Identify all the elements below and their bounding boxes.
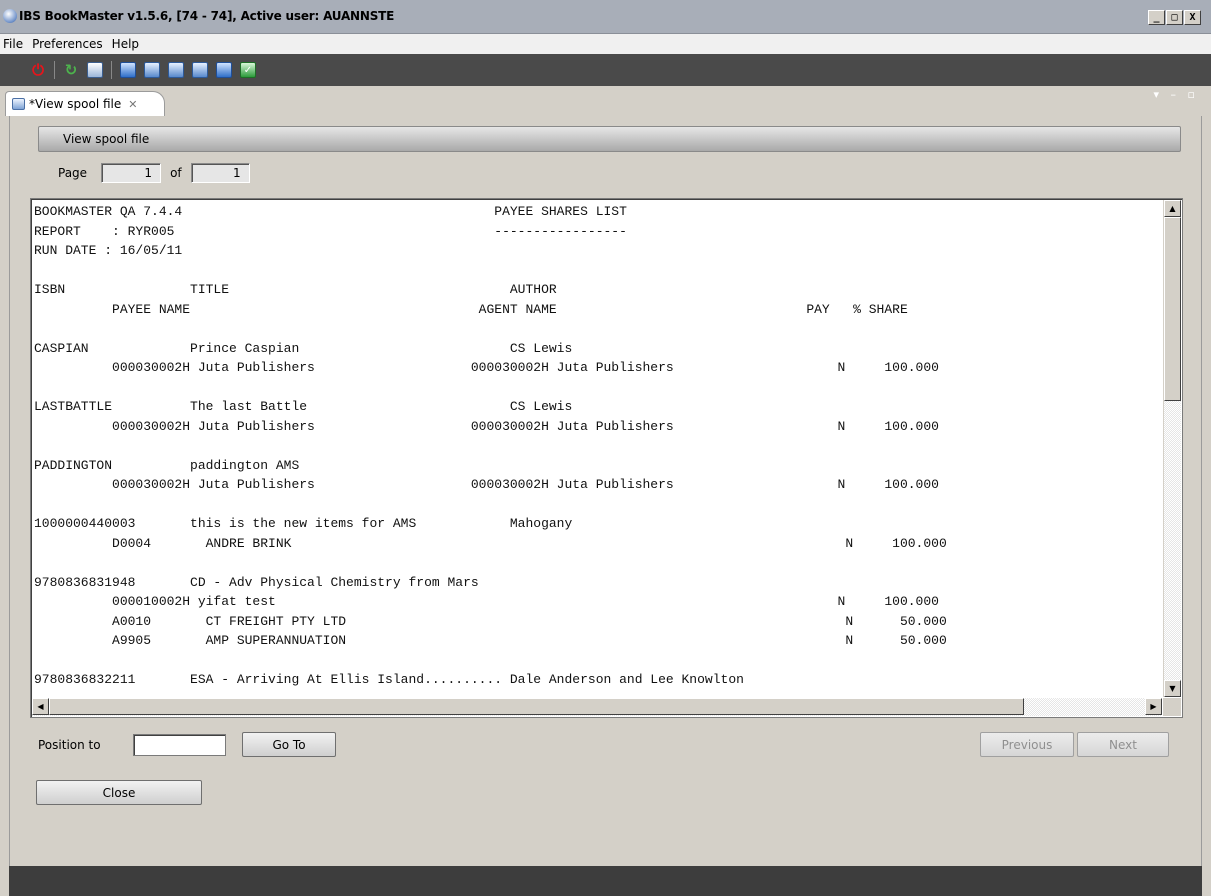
total-pages-field: 1 <box>190 163 250 183</box>
page-field: 1 <box>101 163 162 183</box>
view-list-icon[interactable] <box>120 62 136 78</box>
toolbar-separator <box>54 61 55 79</box>
close-button[interactable]: Close <box>36 780 202 805</box>
view-menu-controls[interactable]: ▾ – ▫ <box>1154 88 1199 101</box>
spool-file-icon <box>12 98 25 110</box>
report-line: D0004 ANDRE BRINK N 100.000 <box>112 535 947 551</box>
editor-tab-strip: *View spool file ✕ ▾ – ▫ <box>0 86 1211 116</box>
scroll-up-icon[interactable]: ▲ <box>1164 200 1181 217</box>
spool-report-viewer[interactable]: BOOKMASTER QA 7.4.4 PAYEE SHARES LIST RE… <box>30 198 1183 718</box>
status-area <box>9 866 1202 896</box>
title-bar[interactable]: IBS BookMaster v1.5.6, [74 - 74], Active… <box>0 0 1211 34</box>
application-window: IBS BookMaster v1.5.6, [74 - 74], Active… <box>0 0 1211 896</box>
report-line: CASPIAN Prince Caspian CS Lewis <box>34 340 573 356</box>
report-line: 1000000440003 this is the new items for … <box>34 516 573 531</box>
window-title: IBS BookMaster v1.5.6, [74 - 74], Active… <box>19 9 395 23</box>
report-line: RUN DATE : 16/05/11 <box>34 243 183 258</box>
report-line: BOOKMASTER QA 7.4.4 PAYEE SHARES LIST <box>34 204 627 219</box>
position-to-label: Position to <box>38 738 101 752</box>
tab-view-spool-file[interactable]: *View spool file ✕ <box>5 91 165 116</box>
menu-preferences[interactable]: Preferences <box>32 37 103 51</box>
next-button[interactable]: Next <box>1077 732 1169 757</box>
vertical-scroll-thumb[interactable] <box>1164 217 1181 401</box>
app-icon <box>3 9 17 23</box>
report-line: 000030002H Juta Publishers 000030002H Ju… <box>112 418 939 434</box>
report-line: PADDINGTON paddington AMS <box>34 457 300 473</box>
tab-label: *View spool file <box>29 97 122 111</box>
horizontal-scroll-thumb[interactable] <box>49 698 1024 715</box>
page-label: Page <box>58 166 88 180</box>
tab-close-icon[interactable]: ✕ <box>128 98 137 111</box>
vertical-scrollbar[interactable]: ▲ ▼ <box>1163 200 1181 697</box>
report-line: REPORT : RYR005 ----------------- <box>34 223 627 239</box>
refresh-icon[interactable]: ↻ <box>63 61 79 79</box>
page-indicator: Page 1 of 1 <box>58 163 250 183</box>
report-line: PAYEE NAME AGENT NAME PAY % SHARE <box>112 301 908 317</box>
maximize-button[interactable]: □ <box>1166 10 1183 25</box>
go-to-button[interactable]: Go To <box>242 732 336 757</box>
preview-icon[interactable] <box>168 62 184 78</box>
report-line: 9780836832211 ESA - Arriving At Ellis Is… <box>34 672 744 687</box>
minimize-button[interactable]: _ <box>1148 10 1165 25</box>
menu-bar: File Preferences Help <box>0 34 1211 54</box>
position-to-row: Position to <box>38 734 226 756</box>
power-icon[interactable]: ⏻ <box>30 61 46 79</box>
scroll-left-icon[interactable]: ◀ <box>32 698 49 715</box>
section-title: View spool file <box>63 132 150 146</box>
save-icon[interactable] <box>144 62 160 78</box>
report-line: 000030002H Juta Publishers 000030002H Ju… <box>112 477 939 492</box>
report-icon[interactable] <box>216 62 232 78</box>
report-line: LASTBATTLE The last Battle CS Lewis <box>34 399 573 414</box>
report-content: BOOKMASTER QA 7.4.4 PAYEE SHARES LIST RE… <box>34 202 1161 696</box>
report-line: ISBN TITLE AUTHOR <box>34 282 557 297</box>
print-icon[interactable] <box>87 62 103 78</box>
close-window-button[interactable]: X <box>1184 10 1201 25</box>
menu-file[interactable]: File <box>3 37 23 51</box>
toolbar-separator <box>111 61 112 79</box>
report-line: 000030002H Juta Publishers 000030002H Ju… <box>112 360 939 375</box>
previous-button[interactable]: Previous <box>980 732 1074 757</box>
of-label: of <box>170 166 182 180</box>
menu-help[interactable]: Help <box>112 37 139 51</box>
approve-icon[interactable]: ✓ <box>240 62 256 78</box>
scroll-right-icon[interactable]: ▶ <box>1145 698 1162 715</box>
position-to-input[interactable] <box>132 734 226 756</box>
report-line: 000010002H yifat test N 100.000 <box>112 594 939 609</box>
toolbar: ⏻ ↻ ✓ <box>0 54 1211 86</box>
window-controls: _ □ X <box>1148 10 1201 25</box>
horizontal-scrollbar[interactable]: ◀ ▶ <box>32 698 1162 716</box>
section-header[interactable]: View spool file <box>38 126 1181 152</box>
scroll-down-icon[interactable]: ▼ <box>1164 680 1181 697</box>
search-icon[interactable] <box>192 62 208 78</box>
editor-panel: View spool file Page 1 of 1 BOOKMASTER Q… <box>9 116 1202 866</box>
report-line: A0010 CT FREIGHT PTY LTD N 50.000 <box>112 613 947 629</box>
report-line: A9905 AMP SUPERANNUATION N 50.000 <box>112 633 947 648</box>
scroll-corner <box>1163 698 1181 716</box>
report-line: 9780836831948 CD - Adv Physical Chemistr… <box>34 574 479 590</box>
